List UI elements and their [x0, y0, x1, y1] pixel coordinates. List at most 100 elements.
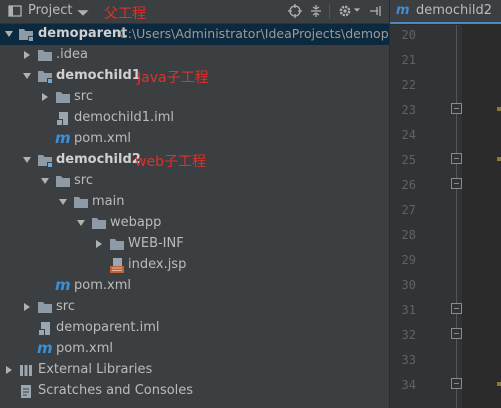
line-number: 25	[401, 153, 416, 167]
project-view-icon[interactable]	[8, 4, 22, 18]
code-marker	[497, 157, 501, 161]
collapsed-arrow-icon[interactable]	[94, 239, 104, 249]
tree-item-src[interactable]: src	[0, 87, 389, 108]
line-number: 33	[401, 353, 416, 367]
tree-item-web-inf[interactable]: WEB-INF	[0, 234, 389, 255]
tree-item-label: demochild2	[56, 152, 141, 167]
tree-item-label: demochild1	[56, 68, 141, 83]
tree-item-label: src	[56, 299, 75, 314]
editor-tab-demochild2[interactable]: m demochild2	[390, 0, 501, 24]
tree-item-pom[interactable]: m pom.xml	[0, 129, 389, 150]
line-number: 29	[401, 253, 416, 267]
collapsed-arrow-icon[interactable]	[22, 302, 32, 312]
editor-pane[interactable]: m demochild2 20 21 22 23 24 25 26 27 28 …	[390, 0, 501, 408]
line-number: 20	[401, 28, 416, 42]
maven-icon: m	[55, 276, 71, 294]
tree-item-label: pom.xml	[74, 131, 131, 146]
project-path: C:\Users\Administrator\IdeaProjects\demo…	[119, 26, 389, 41]
gear-dropdown-icon[interactable]	[353, 6, 361, 14]
tree-item-scratches[interactable]: Scratches and Consoles	[0, 381, 389, 402]
tree-item-label: pom.xml	[74, 278, 131, 293]
fold-marker-icon[interactable]	[451, 153, 462, 164]
folder-icon	[92, 218, 106, 229]
project-toolbar: Project 父工程	[0, 0, 389, 24]
collapsed-arrow-icon[interactable]	[40, 92, 50, 102]
tree-item-label: WEB-INF	[128, 236, 184, 251]
tree-item-label: demochild1.iml	[74, 110, 175, 125]
maven-icon: m	[37, 339, 53, 357]
project-view-label[interactable]: Project	[28, 3, 72, 18]
tree-item-label: src	[74, 89, 93, 104]
line-number: 21	[401, 53, 416, 67]
code-marker	[497, 107, 501, 111]
tree-item-src[interactable]: src	[0, 297, 389, 318]
java-child-annotation: Java子工程	[137, 70, 209, 86]
line-number: 30	[401, 278, 416, 292]
collapse-all-icon[interactable]	[309, 4, 323, 18]
expanded-arrow-icon[interactable]	[4, 29, 14, 39]
tree-item-label: src	[74, 173, 93, 188]
tree-item-pom[interactable]: m pom.xml	[0, 276, 389, 297]
expanded-arrow-icon[interactable]	[22, 155, 32, 165]
jsp-file-icon	[110, 258, 124, 273]
line-number: 31	[401, 303, 416, 317]
folder-icon	[56, 92, 70, 103]
tree-item-webapp[interactable]: webapp	[0, 213, 389, 234]
tree-item-label: main	[92, 194, 125, 209]
expanded-arrow-icon[interactable]	[40, 176, 50, 186]
tree-item-main[interactable]: main	[0, 192, 389, 213]
module-folder-icon	[19, 29, 33, 41]
folder-icon	[56, 176, 70, 187]
folder-icon	[38, 50, 52, 61]
chevron-down-icon[interactable]	[76, 6, 90, 20]
expanded-arrow-icon[interactable]	[58, 197, 68, 207]
line-number: 26	[401, 178, 416, 192]
fold-marker-icon[interactable]	[451, 303, 462, 314]
tree-item-label: Scratches and Consoles	[38, 383, 194, 398]
gear-icon[interactable]	[338, 4, 352, 18]
tree-item-demochild1-iml[interactable]: demochild1.iml	[0, 108, 389, 129]
tree-item-label: demoparent	[38, 26, 128, 41]
folder-icon	[38, 302, 52, 313]
hide-panel-icon[interactable]	[368, 4, 382, 18]
expanded-arrow-icon[interactable]	[22, 71, 32, 81]
tree-item-label: demoparent.iml	[56, 320, 160, 335]
tree-item-index-jsp[interactable]: index.jsp	[0, 255, 389, 276]
maven-icon: m	[55, 129, 71, 147]
tree-item-external-libraries[interactable]: External Libraries	[0, 360, 389, 381]
tree-item-demochild1[interactable]: demochild1 Java子工程	[0, 66, 389, 87]
toolbar-divider	[329, 4, 330, 19]
web-child-annotation: web子工程	[135, 154, 206, 170]
fold-marker-icon[interactable]	[451, 328, 462, 339]
tree-item-demoparent-iml[interactable]: demoparent.iml	[0, 318, 389, 339]
folder-icon	[110, 239, 124, 250]
tree-item-demoparent[interactable]: demoparent C:\Users\Administrator\IdeaPr…	[0, 24, 389, 45]
tree-item-pom[interactable]: m pom.xml	[0, 339, 389, 360]
scratches-icon	[21, 385, 31, 398]
crosshair-icon[interactable]	[288, 4, 302, 18]
line-number-gutter: 20 21 22 23 24 25 26 27 28 29 30 31 32 3…	[390, 25, 462, 408]
collapsed-arrow-icon[interactable]	[22, 50, 32, 60]
gutter-guide-line	[456, 25, 457, 408]
fold-marker-icon[interactable]	[451, 103, 462, 114]
folder-icon	[74, 197, 88, 208]
fold-marker-icon[interactable]	[451, 378, 462, 389]
line-number: 34	[401, 378, 416, 392]
tree-item-label: External Libraries	[38, 362, 153, 377]
tree-item-idea[interactable]: .idea	[0, 45, 389, 66]
fold-marker-icon[interactable]	[451, 178, 462, 189]
line-number: 22	[401, 78, 416, 92]
tree-item-label: pom.xml	[56, 341, 113, 356]
tree-item-demochild2[interactable]: demochild2 web子工程	[0, 150, 389, 171]
project-tree[interactable]: demoparent C:\Users\Administrator\IdeaPr…	[0, 24, 389, 408]
line-number: 27	[401, 203, 416, 217]
iml-file-icon	[56, 112, 68, 125]
tree-item-src[interactable]: src	[0, 171, 389, 192]
libraries-icon	[20, 365, 32, 376]
parent-project-annotation: 父工程	[104, 6, 146, 22]
expanded-arrow-icon[interactable]	[76, 218, 86, 228]
collapsed-arrow-icon[interactable]	[4, 365, 14, 375]
module-folder-icon	[38, 155, 52, 167]
line-number: 28	[401, 228, 416, 242]
tree-item-label: index.jsp	[128, 257, 187, 272]
